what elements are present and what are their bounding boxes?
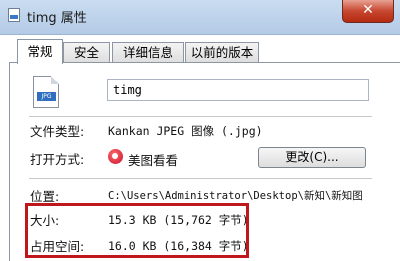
- size-highlight-box: [25, 203, 249, 258]
- change-button-label: 更改(C)...: [285, 150, 339, 164]
- window-title: timg 属性: [27, 11, 87, 26]
- tab-security[interactable]: 安全: [63, 42, 110, 62]
- location-value[interactable]: C:\Users\Administrator\Desktop\新知\新知图: [108, 188, 363, 203]
- jpg-file-icon: JPG: [33, 76, 59, 108]
- tab-previous-versions-label: 以前的版本: [190, 45, 254, 60]
- change-button[interactable]: 更改(C)...: [258, 147, 366, 168]
- file-type-label: 文件类型:: [30, 124, 85, 139]
- divider: [29, 116, 372, 117]
- file-icon: [8, 8, 20, 22]
- open-with-app: 美图看看: [128, 153, 179, 168]
- tab-details[interactable]: 详细信息: [112, 42, 184, 62]
- file-name-input[interactable]: timg: [107, 79, 369, 101]
- tab-previous-versions[interactable]: 以前的版本: [185, 42, 259, 62]
- jpg-badge: JPG: [37, 92, 56, 101]
- tab-general-label: 常规: [27, 44, 53, 59]
- tab-security-label: 安全: [73, 45, 99, 60]
- title-bar: timg 属性 ✕: [0, 0, 400, 35]
- divider: [29, 178, 372, 179]
- close-icon: ✕: [362, 2, 374, 18]
- tab-details-label: 详细信息: [122, 45, 173, 60]
- tab-general[interactable]: 常规: [17, 39, 63, 64]
- file-type-value: Kankan JPEG 图像 (.jpg): [108, 124, 263, 138]
- meitu-app-icon: [108, 149, 123, 164]
- close-button[interactable]: ✕: [342, 0, 394, 23]
- open-with-label: 打开方式:: [30, 152, 85, 167]
